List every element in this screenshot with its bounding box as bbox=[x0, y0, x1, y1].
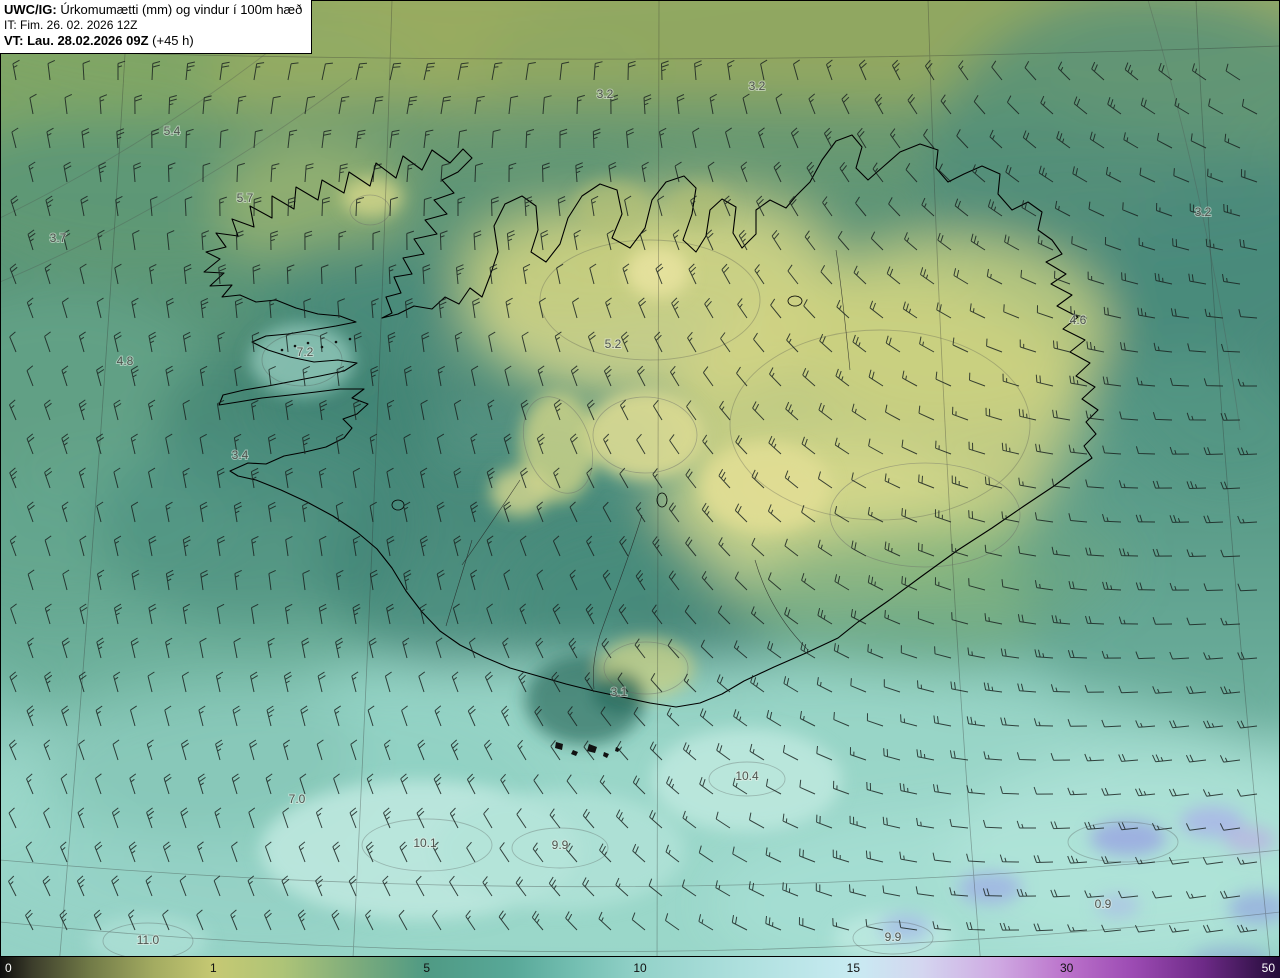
map-canvas: 5.4 3.2 3.2 5.7 3.7 3.2 4.8 7.2 5.2 4.6 3.4 3.1 7.0 1… bbox=[0, 0, 1280, 978]
product-label: UWC/IG: bbox=[4, 2, 57, 17]
product-title: Úrkomumætti (mm) og vindur í 100m hæð bbox=[56, 2, 303, 17]
colorbar-tick: 15 bbox=[846, 961, 861, 975]
precip-value-label: 3.4 bbox=[232, 448, 249, 462]
colorbar-tick: 0 bbox=[5, 961, 12, 975]
precip-value-label: 3.7 bbox=[50, 231, 67, 245]
precip-value-label: 7.2 bbox=[297, 345, 314, 359]
colorbar-tick: 50 bbox=[1261, 961, 1275, 975]
precip-value-label: 3.2 bbox=[749, 79, 766, 93]
precip-value-label: 3.1 bbox=[611, 685, 628, 699]
precip-value-label: 11.0 bbox=[137, 933, 160, 947]
valid-time-line: VT: Lau. 28.02.2026 09Z (+45 h) bbox=[4, 33, 302, 49]
precip-value-label: 9.9 bbox=[885, 930, 902, 944]
precip-value-label: 10.1 bbox=[413, 836, 437, 850]
valid-offset: (+45 h) bbox=[148, 33, 194, 48]
precip-value-label: 7.0 bbox=[289, 792, 306, 806]
precip-value-label: 5.4 bbox=[164, 124, 181, 138]
weather-forecast-map: 5.4 3.2 3.2 5.7 3.7 3.2 4.8 7.2 5.2 4.6 3.4 3.1 7.0 1… bbox=[0, 0, 1280, 978]
init-time-line: IT: Fim. 26. 02. 2026 12Z bbox=[4, 18, 138, 32]
precip-value-label: 5.2 bbox=[605, 337, 622, 351]
precip-value-label: 10.4 bbox=[735, 769, 759, 783]
precip-value-label: 3.2 bbox=[597, 87, 614, 101]
precipitation-colorbar: 0 1 5 10 15 30 50 bbox=[0, 956, 1280, 978]
forecast-title-box: UWC/IG: Úrkomumætti (mm) og vindur í 100… bbox=[0, 0, 313, 54]
precip-value-label: 9.9 bbox=[552, 838, 569, 852]
precip-value-label: 5.7 bbox=[237, 191, 254, 205]
colorbar-tick: 1 bbox=[209, 961, 217, 975]
colorbar-tick: 30 bbox=[1059, 961, 1074, 975]
product-title-line: UWC/IG: Úrkomumætti (mm) og vindur í 100… bbox=[4, 2, 302, 18]
precip-value-label: 4.8 bbox=[117, 354, 134, 368]
colorbar-tick: 5 bbox=[423, 961, 430, 975]
colorbar-tick: 10 bbox=[633, 961, 647, 975]
precip-value-label: 0.9 bbox=[1095, 897, 1112, 911]
precip-value-label: 4.6 bbox=[1070, 313, 1087, 327]
precip-value-label: 3.2 bbox=[1195, 205, 1212, 219]
valid-time: VT: Lau. 28.02.2026 09Z bbox=[4, 33, 149, 48]
